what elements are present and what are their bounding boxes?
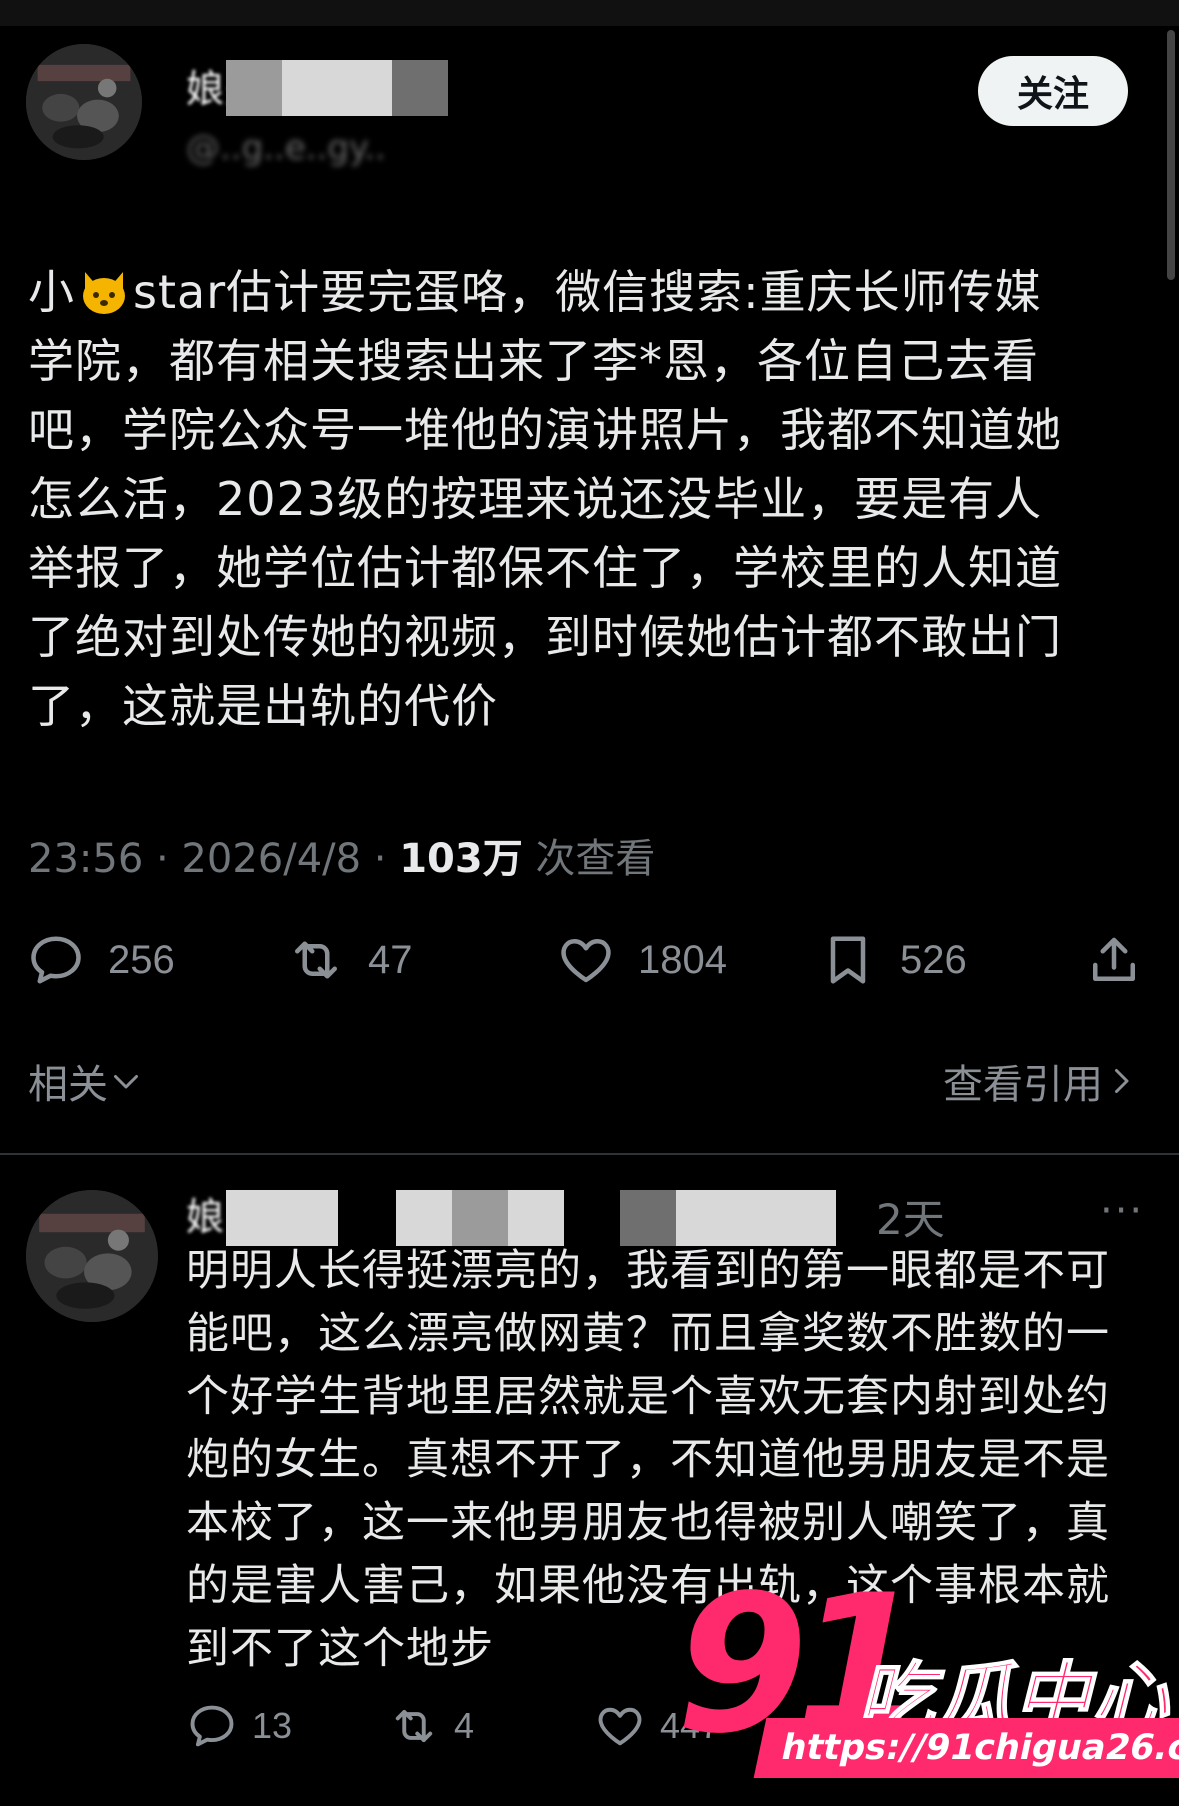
views-count: 103万 — [399, 836, 523, 882]
post-meta: 23:56 · 2026/4/8 · 103万 次查看 — [28, 826, 655, 884]
chevron-right-icon — [1115, 1069, 1129, 1093]
repost-count: 47 — [368, 937, 413, 982]
post-text-body: star估计要完蛋咯，微信搜索:重庆长师传媒 学院，都有相关搜索出来了李*恩，各… — [28, 265, 1062, 733]
status-bar — [0, 0, 1179, 26]
view-quotes-label: 查看引用 — [943, 1062, 1103, 1108]
cat-face-emoji-icon — [83, 272, 125, 314]
reply-icon — [31, 936, 81, 984]
heart-icon — [598, 1707, 642, 1746]
bookmark-count: 526 — [900, 937, 967, 982]
redaction-block — [226, 60, 282, 116]
section-divider — [0, 1153, 1179, 1155]
redaction-block — [508, 1190, 564, 1246]
heart-icon — [561, 939, 611, 983]
avatar-image — [26, 44, 142, 160]
post-actions: 256 47 1804 526 — [0, 920, 1179, 1000]
reply-icon — [190, 1705, 234, 1747]
redaction-block — [226, 1190, 338, 1246]
like-count: 1804 — [638, 937, 727, 982]
chevron-down-icon — [114, 1075, 138, 1089]
view-quotes-link[interactable]: 查看引用 — [943, 1052, 1139, 1110]
reply-time: 2天 — [876, 1195, 945, 1244]
related-toggle[interactable]: 相关 — [28, 1052, 144, 1110]
author-avatar[interactable] — [26, 44, 142, 160]
reply-count: 256 — [108, 937, 175, 982]
more-options-button[interactable]: ··· — [1100, 1188, 1144, 1234]
post-text-prefix: 小 — [28, 265, 75, 319]
scrollbar[interactable] — [1167, 30, 1175, 280]
follow-button[interactable]: 关注 — [978, 56, 1128, 126]
post-timestamp: 23:56 · 2026/4/8 · — [28, 836, 400, 882]
share-button[interactable] — [1084, 930, 1144, 990]
redaction-block — [676, 1190, 836, 1246]
redaction-block — [282, 60, 392, 116]
bookmark-icon — [830, 936, 866, 984]
redaction-block — [452, 1190, 508, 1246]
post-text: 小 star估计要完蛋咯，微信搜索:重庆长师传媒 学院，都有相关搜索出来了李*恩… — [28, 258, 1158, 741]
reply-repost-button[interactable]: 4 — [388, 1700, 474, 1752]
share-icon — [1093, 937, 1135, 981]
reply-author-avatar[interactable] — [26, 1190, 158, 1322]
repost-icon — [395, 1709, 433, 1743]
watermark-url: https://91chigua26.com — [753, 1718, 1179, 1778]
repost-icon — [295, 941, 337, 979]
reply-text: 明明人长得挺漂亮的，我看到的第一眼都是不可 能吧，这么漂亮做网黄？而且拿奖数不胜… — [186, 1246, 1110, 1674]
redaction-block — [620, 1190, 676, 1246]
avatar-image — [26, 1190, 158, 1322]
reply-author-name-redacted[interactable]: 娘 — [186, 1186, 224, 1240]
redaction-block — [396, 1190, 452, 1246]
reply-button[interactable]: 256 — [26, 930, 175, 990]
author-handle: @..g..e..gy.. — [186, 128, 386, 168]
repost-button[interactable]: 47 — [286, 930, 413, 990]
related-label: 相关 — [28, 1062, 108, 1108]
redaction-block — [392, 60, 448, 116]
views-label: 次查看 — [522, 836, 656, 882]
reply-repost-count: 4 — [454, 1705, 475, 1746]
like-button[interactable]: 1804 — [556, 930, 727, 990]
reply-reply-button[interactable]: 13 — [186, 1700, 292, 1752]
reply-reply-count: 13 — [252, 1705, 293, 1746]
reply-author-name: 娘 — [186, 1194, 225, 1239]
bookmark-button[interactable]: 526 — [818, 930, 967, 990]
